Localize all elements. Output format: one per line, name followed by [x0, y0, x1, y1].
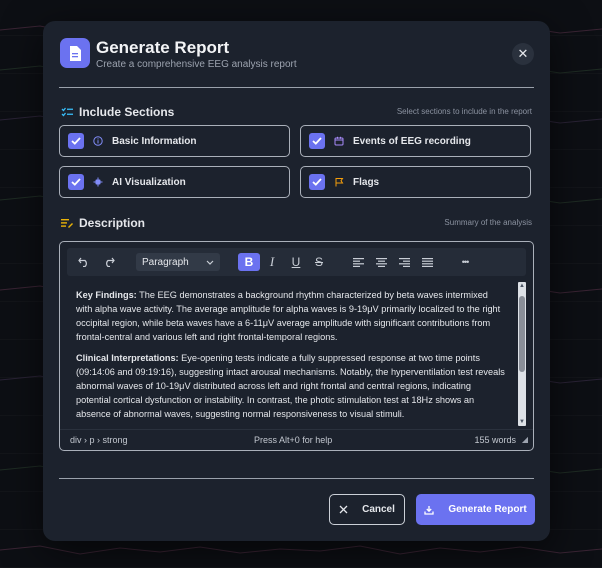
align-right-button[interactable] — [397, 253, 411, 271]
key-findings-heading: Key Findings: — [76, 290, 137, 300]
checkbox-flags[interactable] — [309, 174, 325, 190]
generate-report-label: Generate Report — [448, 504, 527, 515]
include-sections-title: Include Sections — [79, 105, 175, 119]
header-divider — [59, 87, 534, 88]
align-center-button[interactable] — [374, 253, 388, 271]
justify-icon — [421, 257, 433, 267]
strikethrough-button[interactable]: S — [312, 253, 326, 271]
editor-content[interactable]: Key Findings: The EEG demonstrates a bac… — [76, 288, 506, 422]
flag-icon — [335, 178, 344, 187]
info-icon — [93, 136, 103, 146]
element-path[interactable]: div › p › strong — [70, 435, 128, 445]
footer-divider — [59, 478, 534, 479]
close-button[interactable]: ✕ — [512, 43, 534, 65]
chevron-down-icon — [206, 260, 214, 265]
align-center-icon — [375, 257, 387, 267]
cancel-label: Cancel — [362, 504, 395, 515]
word-count[interactable]: 155 words — [474, 435, 516, 445]
key-findings-paragraph: Key Findings: The EEG demonstrates a bac… — [76, 288, 506, 344]
editor-toolbar: Paragraph B I U S ••• — [67, 248, 526, 276]
option-events-of-eeg-recording[interactable]: Events of EEG recording — [300, 125, 531, 157]
scroll-down-icon[interactable]: ▼ — [518, 419, 526, 425]
help-hint: Press Alt+0 for help — [254, 435, 333, 445]
check-icon — [312, 178, 322, 186]
resize-handle-icon[interactable]: ◢ — [522, 435, 528, 444]
check-icon — [71, 178, 81, 186]
check-icon — [71, 137, 81, 145]
option-label: AI Visualization — [112, 176, 186, 188]
description-text-icon — [61, 219, 73, 228]
download-icon — [424, 505, 434, 515]
dialog-title: Generate Report — [96, 38, 230, 57]
description-hint: Summary of the analysis — [444, 218, 532, 227]
redo-icon — [106, 257, 115, 267]
close-icon: ✕ — [517, 46, 529, 61]
option-label: Events of EEG recording — [353, 135, 471, 147]
key-findings-text: The EEG demonstrates a background rhythm… — [76, 290, 501, 342]
description-title: Description — [79, 216, 146, 230]
dialog-subtitle: Create a comprehensive EEG analysis repo… — [96, 59, 297, 70]
italic-button[interactable]: I — [265, 253, 279, 271]
scroll-up-icon[interactable]: ▲ — [518, 283, 526, 289]
description-heading: Description — [61, 216, 145, 230]
check-icon — [312, 137, 322, 145]
report-document-icon — [60, 38, 90, 68]
bold-button[interactable]: B — [238, 253, 260, 271]
more-options-button[interactable]: ••• — [457, 253, 473, 271]
sections-list-icon — [61, 107, 73, 117]
align-left-button[interactable] — [351, 253, 365, 271]
underline-button[interactable]: U — [289, 253, 303, 271]
justify-button[interactable] — [420, 253, 434, 271]
option-basic-information[interactable]: Basic Information — [59, 125, 290, 157]
include-sections-heading: Include Sections — [61, 105, 174, 119]
close-icon — [339, 505, 348, 514]
editor-statusbar: div › p › strong Press Alt+0 for help 15… — [60, 429, 533, 450]
option-label: Basic Information — [112, 135, 197, 147]
checkbox-ai-visualization[interactable] — [68, 174, 84, 190]
checkbox-basic-information[interactable] — [68, 133, 84, 149]
generate-report-button[interactable]: Generate Report — [416, 494, 535, 525]
rich-text-editor[interactable]: Paragraph B I U S ••• Key Findings: The … — [59, 241, 534, 451]
scrollbar-thumb[interactable] — [519, 296, 525, 372]
calendar-icon — [334, 136, 344, 146]
ai-chip-icon — [93, 177, 103, 187]
clinical-interpretations-heading: Clinical Interpretations: — [76, 353, 179, 363]
redo-button[interactable] — [102, 253, 116, 271]
include-sections-hint: Select sections to include in the report — [396, 107, 532, 116]
block-format-select[interactable]: Paragraph — [136, 253, 220, 271]
checkbox-events[interactable] — [309, 133, 325, 149]
block-format-value: Paragraph — [142, 256, 189, 268]
undo-button[interactable] — [77, 253, 91, 271]
align-left-icon — [352, 257, 364, 267]
editor-scrollbar[interactable]: ▲ ▼ — [518, 282, 526, 426]
option-flags[interactable]: Flags — [300, 166, 531, 198]
generate-report-dialog: Generate Report Create a comprehensive E… — [43, 21, 550, 541]
undo-icon — [78, 257, 87, 267]
clinical-interpretations-paragraph: Clinical Interpretations: Eye-opening te… — [76, 351, 506, 421]
option-label: Flags — [353, 176, 380, 188]
option-ai-visualization[interactable]: AI Visualization — [59, 166, 290, 198]
align-right-icon — [398, 257, 410, 267]
cancel-button[interactable]: Cancel — [329, 494, 405, 525]
